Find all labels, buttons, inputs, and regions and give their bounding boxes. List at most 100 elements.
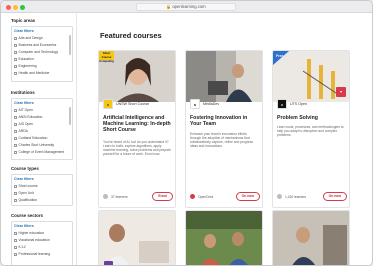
page-title: Featured courses <box>100 31 162 40</box>
unsw-logo-icon: U <box>103 99 113 109</box>
course-card[interactable] <box>185 210 263 265</box>
course-types-heading: Course types <box>11 166 39 171</box>
course-sectors-filter: Clear filters Higher education Vocationa… <box>11 221 73 265</box>
checkbox[interactable] <box>14 122 17 126</box>
filter-option[interactable]: Charles Sturt University <box>14 143 54 147</box>
filter-option[interactable]: Engineering <box>14 64 37 68</box>
credential-label: OpenCred <box>198 195 214 199</box>
checkbox[interactable] <box>14 184 17 188</box>
course-types-filter: Clear filters Short course Open Unit Qua… <box>11 174 73 206</box>
filter-option[interactable]: Business and Economics <box>14 43 56 47</box>
provider-row: U UNSW Short Course <box>103 99 173 109</box>
browser-window: 🔒openlearning.com Topic areas Clear filt… <box>0 0 373 266</box>
provider-name: UTS Open <box>290 102 307 106</box>
on-now-button[interactable]: On now <box>322 192 347 201</box>
filter-option[interactable]: AIT Open <box>14 108 33 112</box>
course-title[interactable]: Artificial Intelligence and Machine Lear… <box>103 115 173 134</box>
checkbox[interactable] <box>14 245 17 249</box>
course-card[interactable]: Free ♥ U UTS Open Problem Solving Learn … <box>272 50 350 208</box>
filter-option[interactable]: AIS Open <box>14 122 33 126</box>
course-description: You've heard of AI, but do you understan… <box>103 140 171 157</box>
checkbox[interactable] <box>14 64 17 68</box>
filter-option[interactable]: College of Event Management <box>14 150 64 154</box>
checkbox[interactable] <box>14 129 17 133</box>
card-footer: 37 learners Enrol <box>103 192 173 202</box>
checkbox[interactable] <box>14 36 17 40</box>
checkbox[interactable] <box>14 143 17 147</box>
maximize-window-button[interactable] <box>20 4 25 10</box>
checkbox[interactable] <box>14 108 17 112</box>
mediadev-logo-icon: N <box>190 99 200 109</box>
topic-areas-clear-link[interactable]: Clear filters <box>14 29 34 33</box>
uts-heart-icon: ♥ <box>336 87 346 97</box>
minimize-window-button[interactable] <box>13 4 18 10</box>
topic-areas-heading: Topic areas <box>11 18 36 23</box>
address-url: openlearning.com <box>172 4 206 9</box>
free-tag: Free <box>276 54 284 58</box>
close-window-button[interactable] <box>6 4 11 10</box>
checkbox[interactable] <box>14 238 17 242</box>
filter-option[interactable]: ANSI Education <box>14 115 42 119</box>
opencred-icon <box>190 194 195 199</box>
filter-option[interactable]: ARDA <box>14 129 28 133</box>
filter-option[interactable]: Qualification <box>14 198 37 202</box>
filter-option[interactable]: Cortland Education <box>14 136 47 140</box>
course-type-badge: Short Course Computing <box>99 51 114 63</box>
filter-option[interactable]: K-12 <box>14 245 26 249</box>
on-now-button[interactable]: On now <box>235 192 260 201</box>
lock-icon: 🔒 <box>166 4 172 9</box>
scrollbar[interactable] <box>69 35 71 55</box>
card-footer: OpenCred On now <box>190 192 260 202</box>
course-sectors-clear-link[interactable]: Clear filters <box>14 224 34 228</box>
checkbox[interactable] <box>14 136 17 140</box>
course-types-clear-link[interactable]: Clear filters <box>14 177 34 181</box>
course-sectors-heading: Course sectors <box>11 213 43 218</box>
course-description: Learn tools, processes, and methodologie… <box>277 125 344 138</box>
provider-row: U UTS Open <box>277 99 347 109</box>
filter-option[interactable]: Short course <box>14 184 38 188</box>
learners-icon <box>277 194 282 199</box>
filter-option[interactable]: Open Unit <box>14 191 34 195</box>
uts-logo-icon: U <box>277 99 287 109</box>
checkbox[interactable] <box>14 71 17 75</box>
course-card[interactable] <box>272 210 350 265</box>
main-content: Featured courses Short Course Computing … <box>78 14 372 265</box>
browser-titlebar: 🔒openlearning.com <box>1 1 372 13</box>
checkbox[interactable] <box>14 50 17 54</box>
topic-areas-filter: Clear filters Arts and Design Business a… <box>11 26 73 82</box>
checkbox[interactable] <box>14 252 17 256</box>
play-badge-icon <box>104 261 113 265</box>
course-title[interactable]: Fostering Innovation in Your Team <box>190 115 260 127</box>
course-image <box>99 211 175 265</box>
institutions-heading: Institutions <box>11 90 35 95</box>
course-card[interactable]: N MediaDev Fostering Innovation in Your … <box>185 50 263 208</box>
address-bar[interactable]: 🔒openlearning.com <box>136 3 236 11</box>
scrollbar[interactable] <box>69 107 71 125</box>
filter-option[interactable]: Arts and Design <box>14 36 43 40</box>
checkbox[interactable] <box>14 191 17 195</box>
course-card[interactable] <box>98 210 176 265</box>
filter-option[interactable]: Computer and Technology <box>14 50 58 54</box>
checkbox[interactable] <box>14 115 17 119</box>
provider-name: UNSW Short Course <box>116 102 150 106</box>
filter-option[interactable]: Vocational education <box>14 238 50 242</box>
checkbox[interactable] <box>14 57 17 61</box>
course-card[interactable]: Short Course Computing U UNSW Short Cour… <box>98 50 176 208</box>
course-image <box>273 211 349 265</box>
checkbox[interactable] <box>14 231 17 235</box>
enrol-button[interactable]: Enrol <box>152 192 173 201</box>
checkbox[interactable] <box>14 198 17 202</box>
institutions-clear-link[interactable]: Clear filters <box>14 101 34 105</box>
provider-name: MediaDev <box>203 102 220 106</box>
checkbox[interactable] <box>14 150 17 154</box>
checkbox[interactable] <box>14 43 17 47</box>
course-image <box>186 211 262 265</box>
filter-option[interactable]: Higher education <box>14 231 44 235</box>
filter-option[interactable]: Health and Medicine <box>14 71 49 75</box>
filter-option[interactable]: Professional learning <box>14 252 50 256</box>
learner-count: 37 learners <box>111 195 128 199</box>
learners-icon <box>103 194 108 199</box>
course-description: Enhance your team's innovation efforts t… <box>190 132 254 149</box>
filter-option[interactable]: Education <box>14 57 34 61</box>
course-title[interactable]: Problem Solving <box>277 115 347 121</box>
